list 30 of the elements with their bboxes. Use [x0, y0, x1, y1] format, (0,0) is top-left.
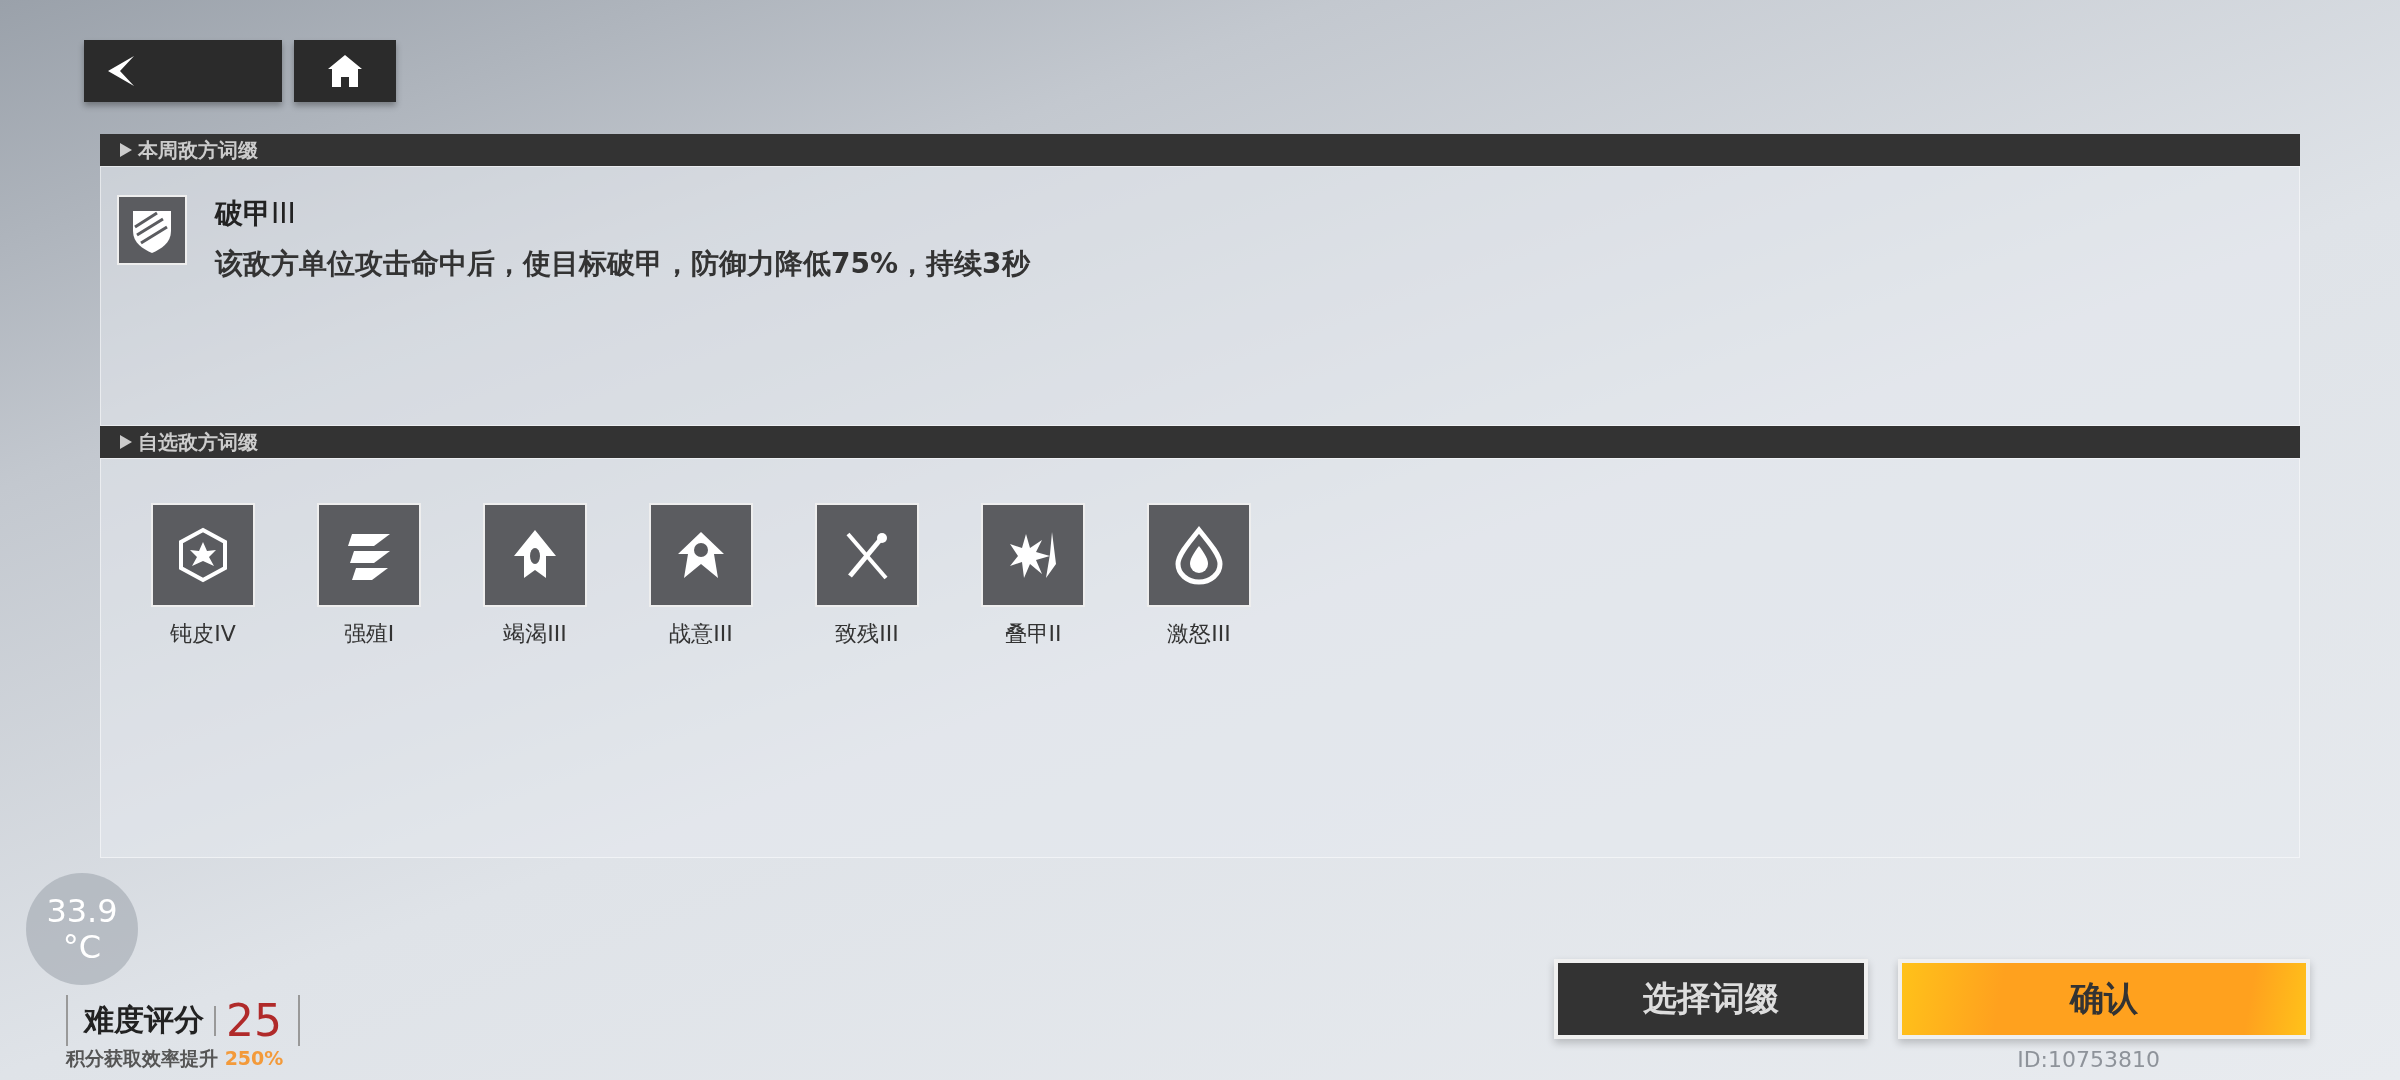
affix-tile[interactable]: [649, 503, 753, 607]
section-title: 本周敌方词缀: [138, 136, 258, 164]
bonus-text: 积分获取效率提升 250%: [66, 1046, 284, 1071]
difficulty-score: 25: [226, 995, 282, 1046]
affix-label: 战意III: [669, 620, 733, 648]
affix-tile[interactable]: [1147, 503, 1251, 607]
affix-label: 激怒III: [1167, 620, 1231, 648]
affix-label: 强殖I: [343, 620, 395, 648]
home-button[interactable]: [294, 40, 396, 102]
home-icon: [326, 53, 364, 89]
affix-tile[interactable]: [981, 503, 1085, 607]
triangle-icon: [120, 143, 132, 157]
affix-label: 致残III: [835, 620, 899, 648]
back-icon: [106, 54, 136, 88]
temperature-badge: 33.9 °C: [26, 873, 138, 985]
difficulty-label: 难度评分: [84, 1001, 204, 1039]
affix-label: 叠甲 II: [1004, 620, 1062, 648]
affix-tile[interactable]: [815, 503, 919, 607]
affix-tile[interactable]: [483, 503, 587, 607]
select-button[interactable]: 选择词缀: [1554, 959, 1868, 1039]
affix-tile[interactable]: [151, 503, 255, 607]
player-id: ID:10753810: [2017, 1047, 2160, 1072]
affix-label: 钝皮IV: [170, 620, 236, 648]
affix-name: 破甲 III: [215, 196, 297, 232]
confirm-button[interactable]: 确认: [1898, 959, 2310, 1039]
section-title: 自选敌方词缀: [138, 428, 258, 456]
affix-label: 竭渴III: [503, 620, 567, 648]
affix-tile[interactable]: [317, 503, 421, 607]
triangle-icon: [120, 435, 132, 449]
affix-description: 该敌方单位攻击命中后，使目标破甲，防御力降低75%，持续3秒: [215, 246, 1030, 282]
